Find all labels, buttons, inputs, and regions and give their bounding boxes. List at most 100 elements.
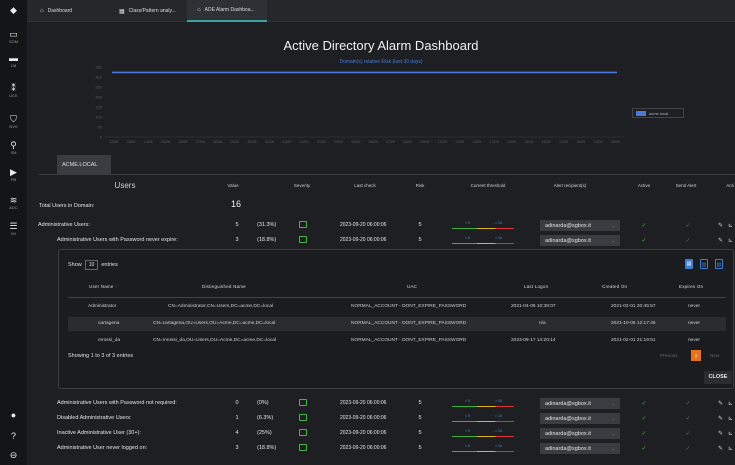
threshold-indicator: < 5 > 10 xyxy=(452,414,514,422)
threshold-indicator: < 5 > 10 xyxy=(452,444,514,452)
recipient-select[interactable]: adinarda@sgbox.it ⌄ xyxy=(540,413,620,424)
sidebar-item-help[interactable]: ? xyxy=(0,431,27,441)
row-last-check: 2023-09-20 06:00:06 xyxy=(340,445,387,451)
sidebar-item-adc[interactable]: ≋ ADC xyxy=(0,195,27,210)
active-check-icon[interactable]: ✓ xyxy=(639,222,649,229)
chevron-down-icon: ⌄ xyxy=(611,238,615,243)
table-row[interactable]: Administrative User never logged on: 3 (… xyxy=(27,441,735,456)
col-uac[interactable]: UAC xyxy=(407,284,417,289)
row-value: 3 xyxy=(235,237,239,243)
x-tick-label: 05/09 xyxy=(351,140,360,144)
sidebar-item-user[interactable]: ⊖ xyxy=(0,450,27,460)
tab-domain-acme[interactable]: ACME.LOCAL xyxy=(57,155,111,174)
chart-icon[interactable]: ⊾ xyxy=(728,430,733,437)
risk-chart: 0 50 100 150 200 250 300 350 22/08 23/08 24/08 25/0… xyxy=(95,65,624,144)
table-row[interactable]: cartagena CN=cartagena,OU=Users,OU=Acme,… xyxy=(68,317,726,331)
export-excel-icon[interactable]: ▥ xyxy=(700,259,708,269)
table-row[interactable]: Disabled Administrative Users: 1 (6.3%) … xyxy=(27,411,735,426)
pagination-previous[interactable]: Previous xyxy=(660,350,678,361)
recipient-select[interactable]: adinarda@sgbox.it ⌄ xyxy=(540,398,620,409)
table-row[interactable]: Inactive Administrative User (30+): 4 (2… xyxy=(27,426,735,441)
active-check-icon[interactable]: ✓ xyxy=(639,445,649,452)
send-alert-check-icon[interactable]: ✓ xyxy=(683,400,693,407)
recipient-select[interactable]: adinarda@sgbox.it ⌄ xyxy=(540,235,620,246)
send-alert-check-icon[interactable]: ✓ xyxy=(683,445,693,452)
entries-select[interactable]: 10 xyxy=(84,260,99,270)
send-alert-check-icon[interactable]: ✓ xyxy=(683,430,693,437)
chart-icon[interactable]: ⊾ xyxy=(728,237,733,244)
edit-icon[interactable]: ✎ xyxy=(718,430,723,437)
severity-flag-icon xyxy=(299,221,307,228)
sidebar-item-im[interactable]: ☰ IM xyxy=(0,221,27,236)
col-expires-on[interactable]: Expires On xyxy=(679,284,703,289)
chart-icon[interactable]: ⊾ xyxy=(728,445,733,452)
active-check-icon[interactable]: ✓ xyxy=(639,237,649,244)
chart-icon[interactable]: ⊾ xyxy=(728,400,733,407)
row-value: 0 xyxy=(235,400,239,406)
send-alert-check-icon[interactable]: ✓ xyxy=(683,237,693,244)
col-distinguished-name[interactable]: Distinguished Name xyxy=(202,284,246,289)
table-row[interactable]: Administrative Users: 5 (31.3%) 2023-09-… xyxy=(27,218,735,233)
chart-icon[interactable]: ⊾ xyxy=(728,222,733,229)
chart-icon[interactable]: ⊾ xyxy=(728,415,733,422)
recipient-select[interactable]: adinarda@sgbox.it ⌄ xyxy=(540,443,620,454)
recipient-select[interactable]: adinarda@sgbox.it ⌄ xyxy=(540,220,620,231)
table-row[interactable]: Administrator CN=Administrator,CN=Users,… xyxy=(68,300,726,314)
send-alert-check-icon[interactable]: ✓ xyxy=(683,415,693,422)
severity-flag-icon xyxy=(299,236,307,243)
col-active: Active xyxy=(637,183,651,188)
y-tick-label: 0 xyxy=(100,135,103,140)
col-user-name[interactable]: User Name ↑ xyxy=(89,284,117,289)
x-tick-label: 25/08 xyxy=(161,140,170,144)
x-tick-label: 08/09 xyxy=(403,140,412,144)
pagination-page-1[interactable]: 1 xyxy=(691,350,701,361)
legend-swatch xyxy=(636,110,646,116)
x-tick-label: 18/09 xyxy=(576,140,585,144)
edit-icon[interactable]: ✎ xyxy=(718,400,723,407)
edit-icon[interactable]: ✎ xyxy=(718,237,723,244)
export-pdf-icon[interactable]: ▧ xyxy=(715,259,723,269)
severity-flag-icon xyxy=(299,429,307,436)
x-tick-label: 16/09 xyxy=(542,140,551,144)
send-alert-check-icon[interactable]: ✓ xyxy=(683,222,693,229)
row-risk: 5 xyxy=(418,222,422,228)
x-tick-label: 24/08 xyxy=(144,140,153,144)
sidebar-item-pb[interactable]: ▶ PB xyxy=(0,167,27,182)
row-last-check: 2023-09-20 06:00:06 xyxy=(340,222,387,228)
table-row[interactable]: Administrative Users with Password never… xyxy=(27,233,735,248)
active-check-icon[interactable]: ✓ xyxy=(639,415,649,422)
x-tick-label: 22/08 xyxy=(109,140,118,144)
sidebar-item-chat[interactable]: ● xyxy=(0,410,27,420)
col-created-on[interactable]: Created On xyxy=(602,284,627,289)
row-risk: 5 xyxy=(418,237,422,243)
edit-icon[interactable]: ✎ xyxy=(718,445,723,452)
row-risk: 5 xyxy=(418,400,422,406)
col-last-logon[interactable]: Last Logon xyxy=(524,284,548,289)
close-button[interactable]: CLOSE xyxy=(704,371,732,384)
x-tick-label: 23/08 xyxy=(126,140,135,144)
chart-legend[interactable]: acme.local xyxy=(632,108,684,118)
y-tick-label: 200 xyxy=(95,95,102,100)
edit-icon[interactable]: ✎ xyxy=(718,415,723,422)
entries-selector: Show 10 entries xyxy=(68,260,118,270)
edit-icon[interactable]: ✎ xyxy=(718,222,723,229)
col-send-alert: Send Alert xyxy=(675,183,697,188)
x-tick-label: 27/08 xyxy=(196,140,205,144)
table-row[interactable]: Administrative Users with Password not r… xyxy=(27,396,735,411)
col-threshold: Current threshold xyxy=(470,183,506,188)
chevron-down-icon: ⌄ xyxy=(611,446,615,451)
row-percent: (6.3%) xyxy=(257,415,274,421)
x-tick-label: 01/09 xyxy=(282,140,291,144)
x-tick-label: 07/09 xyxy=(386,140,395,144)
recipient-select[interactable]: adinarda@sgbox.it ⌄ xyxy=(540,428,620,439)
row-value: 5 xyxy=(235,222,239,228)
chevron-down-icon: ⌄ xyxy=(611,223,615,228)
table-row[interactable]: mrossi_da CN=mrossi_da,OU=Users,OU=Acme,… xyxy=(68,334,726,348)
row-label: Administrative User never logged on: xyxy=(57,445,148,451)
active-check-icon[interactable]: ✓ xyxy=(639,430,649,437)
legend-label: acme.local xyxy=(649,110,669,116)
active-check-icon[interactable]: ✓ xyxy=(639,400,649,407)
export-copy-icon[interactable]: ▤ xyxy=(685,259,693,269)
x-tick-label: 30/08 xyxy=(248,140,257,144)
pagination-next[interactable]: Next xyxy=(710,350,719,361)
